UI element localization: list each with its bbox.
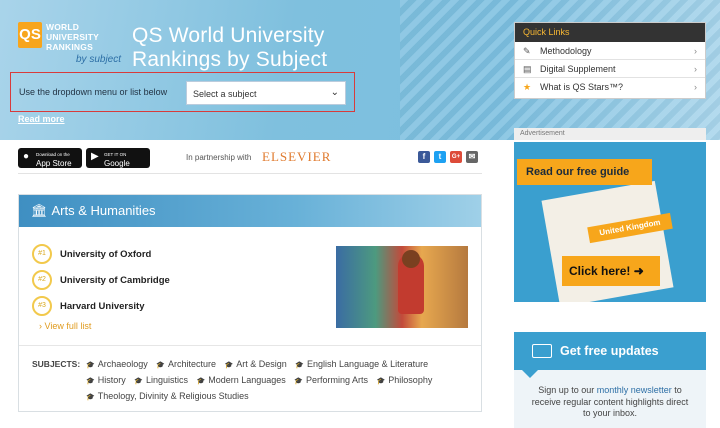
qs-logo-mark: QS	[18, 22, 42, 48]
quick-link-digital-supplement[interactable]: ▤ Digital Supplement ›	[515, 60, 705, 78]
subject-link[interactable]: Art & Design	[225, 359, 287, 369]
dropdown-label: Use the dropdown menu or list below	[19, 87, 168, 97]
rank-badge: #2	[32, 270, 52, 290]
logo-line-2: UNIVERSITY	[46, 32, 100, 42]
subject-link[interactable]: English Language & Literature	[295, 359, 428, 369]
ranking-item[interactable]: #2 University of Cambridge	[32, 267, 170, 293]
ranking-list: #1 University of Oxford #2 University of…	[32, 241, 170, 319]
subject-link[interactable]: Architecture	[156, 359, 216, 369]
logo-line-1: WORLD	[46, 22, 80, 32]
university-name: University of Oxford	[60, 248, 152, 260]
artist-photo	[336, 246, 468, 328]
subject-link[interactable]: Linguistics	[134, 375, 188, 385]
page-title-line-2: Rankings by Subject	[132, 48, 328, 71]
view-full-list-link[interactable]: › View full list	[39, 321, 91, 331]
quick-links-box: Quick Links ✎ Methodology › ▤ Digital Su…	[514, 22, 706, 99]
email-icon[interactable]: ✉	[466, 151, 478, 163]
logo-line-3: RANKINGS	[46, 42, 93, 52]
newsletter-link[interactable]: monthly newsletter	[597, 385, 672, 395]
ad-cta-button[interactable]: Click here! ➜	[562, 256, 660, 286]
quick-links-title: Quick Links	[515, 23, 705, 42]
arrow-circle-icon: ➜	[633, 264, 644, 278]
chevron-right-icon: ›	[694, 46, 697, 56]
google-plus-icon[interactable]: G+	[450, 151, 462, 163]
advertisement-label: Advertisement	[514, 128, 706, 140]
quick-link-label: Methodology	[540, 46, 592, 56]
subject-link[interactable]: Theology, Divinity & Religious Studies	[86, 391, 249, 401]
apple-icon: ●	[23, 151, 30, 162]
partnership-text: In partnership with	[186, 153, 252, 162]
subjects-label: SUBJECTS:	[32, 359, 81, 369]
google-play-small-text: GET IT ON	[104, 152, 127, 157]
ruler-icon: ✎	[523, 46, 531, 56]
google-play-icon: ▶	[91, 151, 99, 162]
subject-link[interactable]: Philosophy	[377, 375, 433, 385]
chevron-right-icon: ›	[694, 82, 697, 92]
newsletter-text-start: Sign up to our	[538, 385, 597, 395]
newsletter-title: Get free updates	[560, 344, 659, 358]
page-title-line-1: QS World University	[132, 24, 325, 47]
guide-advertisement[interactable]: United Kingdom Read our free guide Click…	[514, 142, 706, 302]
arts-humanities-panel: 🏛 Arts & Humanities #1 University of Oxfo…	[18, 194, 482, 412]
panel-header: 🏛 Arts & Humanities	[19, 195, 481, 227]
quick-link-methodology[interactable]: ✎ Methodology ›	[515, 42, 705, 60]
subject-link[interactable]: History	[86, 375, 126, 385]
ad-headline: Read our free guide	[517, 159, 652, 185]
subject-link[interactable]: Performing Arts	[294, 375, 368, 385]
envelope-icon	[532, 344, 552, 358]
star-icon: ★	[523, 82, 532, 92]
google-play-label: Google Play	[104, 159, 130, 177]
quick-link-label: What is QS Stars™?	[540, 82, 624, 92]
subject-select-value: Select a subject	[193, 89, 257, 99]
subject-link[interactable]: Modern Languages	[197, 375, 286, 385]
subject-select[interactable]: Select a subject ⌄	[186, 81, 346, 105]
subject-link[interactable]: Archaeology	[86, 359, 148, 369]
book-icon: ▤	[523, 64, 532, 74]
app-store-button[interactable]: ● Download on the App Store	[18, 148, 82, 168]
subjects-list: Archaeology Architecture Art & Design En…	[86, 357, 471, 405]
rank-badge: #3	[32, 296, 52, 316]
newsletter-box: Get free updates Sign up to our monthly …	[514, 332, 706, 428]
subject-selector-box: Use the dropdown menu or list below Sele…	[10, 72, 355, 112]
elsevier-logo[interactable]: ELSEVIER	[262, 149, 331, 165]
logo-by-subject: by subject	[76, 54, 122, 65]
panel-title: Arts & Humanities	[51, 203, 156, 218]
university-name: Harvard University	[60, 300, 145, 312]
read-more-link[interactable]: Read more	[18, 114, 65, 124]
newsletter-header: Get free updates	[514, 332, 706, 378]
university-name: University of Cambridge	[60, 274, 170, 286]
ranking-item[interactable]: #1 University of Oxford	[32, 241, 170, 267]
header-pointer	[522, 370, 538, 378]
app-store-small-text: Download on the	[36, 152, 70, 157]
chevron-down-icon: ⌄	[330, 87, 339, 98]
google-play-button[interactable]: ▶ GET IT ON Google Play	[86, 148, 150, 177]
divider	[18, 173, 482, 174]
twitter-icon[interactable]: t	[434, 151, 446, 163]
panel-divider	[19, 345, 481, 346]
newsletter-text: Sign up to our monthly newsletter to rec…	[514, 370, 706, 420]
chevron-right-icon: ›	[694, 64, 697, 74]
ad-cta-label: Click here!	[569, 264, 631, 278]
quick-link-qs-stars[interactable]: ★ What is QS Stars™? ›	[515, 78, 705, 96]
quick-link-label: Digital Supplement	[540, 64, 616, 74]
page-title: QS World University Rankings by Subject	[132, 24, 327, 72]
app-store-label: App Store	[36, 159, 72, 168]
qs-logo[interactable]: QS WORLD UNIVERSITY RANKINGS by subject	[18, 22, 122, 68]
photo-head	[402, 250, 420, 268]
institution-icon: 🏛	[31, 203, 48, 218]
ranking-item[interactable]: #3 Harvard University	[32, 293, 170, 319]
rank-badge: #1	[32, 244, 52, 264]
view-full-list-label: View full list	[44, 321, 92, 331]
facebook-icon[interactable]: f	[418, 151, 430, 163]
